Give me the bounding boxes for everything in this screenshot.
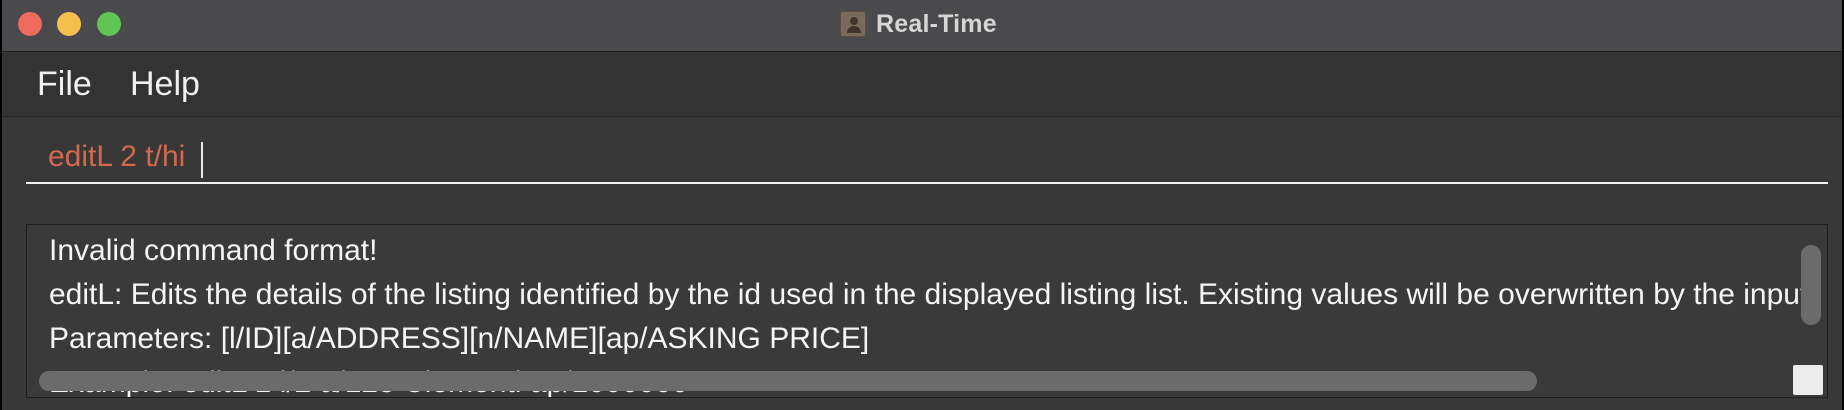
app-window: Real-Time File Help Invalid command form… [2, 0, 1842, 410]
result-line-usage: editL: Edits the details of the listing … [49, 278, 1811, 311]
window-title-group: Real-Time [840, 10, 997, 38]
window-title: Real-Time [876, 9, 997, 38]
result-line-error: Invalid command format! [49, 234, 378, 267]
command-box [2, 118, 1842, 214]
vertical-scroll-thumb[interactable] [1801, 245, 1821, 325]
contact-card-icon [840, 11, 866, 37]
menu-file[interactable]: File [37, 65, 92, 104]
command-input[interactable] [26, 132, 1828, 184]
result-line-parameters: Parameters: [l/ID][a/ADDRESS][n/NAME][ap… [49, 322, 870, 355]
text-caret [201, 142, 203, 178]
vertical-scrollbar[interactable] [1801, 245, 1821, 355]
menu-bar: File Help [2, 53, 1842, 117]
close-icon[interactable] [18, 12, 42, 36]
maximize-icon[interactable] [97, 12, 121, 36]
horizontal-scroll-thumb[interactable] [39, 371, 1537, 391]
result-display[interactable]: Invalid command format! editL: Edits the… [26, 224, 1828, 398]
scroll-corner [1793, 365, 1823, 395]
menu-help[interactable]: Help [130, 65, 200, 104]
minimize-icon[interactable] [57, 12, 81, 36]
title-bar: Real-Time [2, 0, 1842, 52]
